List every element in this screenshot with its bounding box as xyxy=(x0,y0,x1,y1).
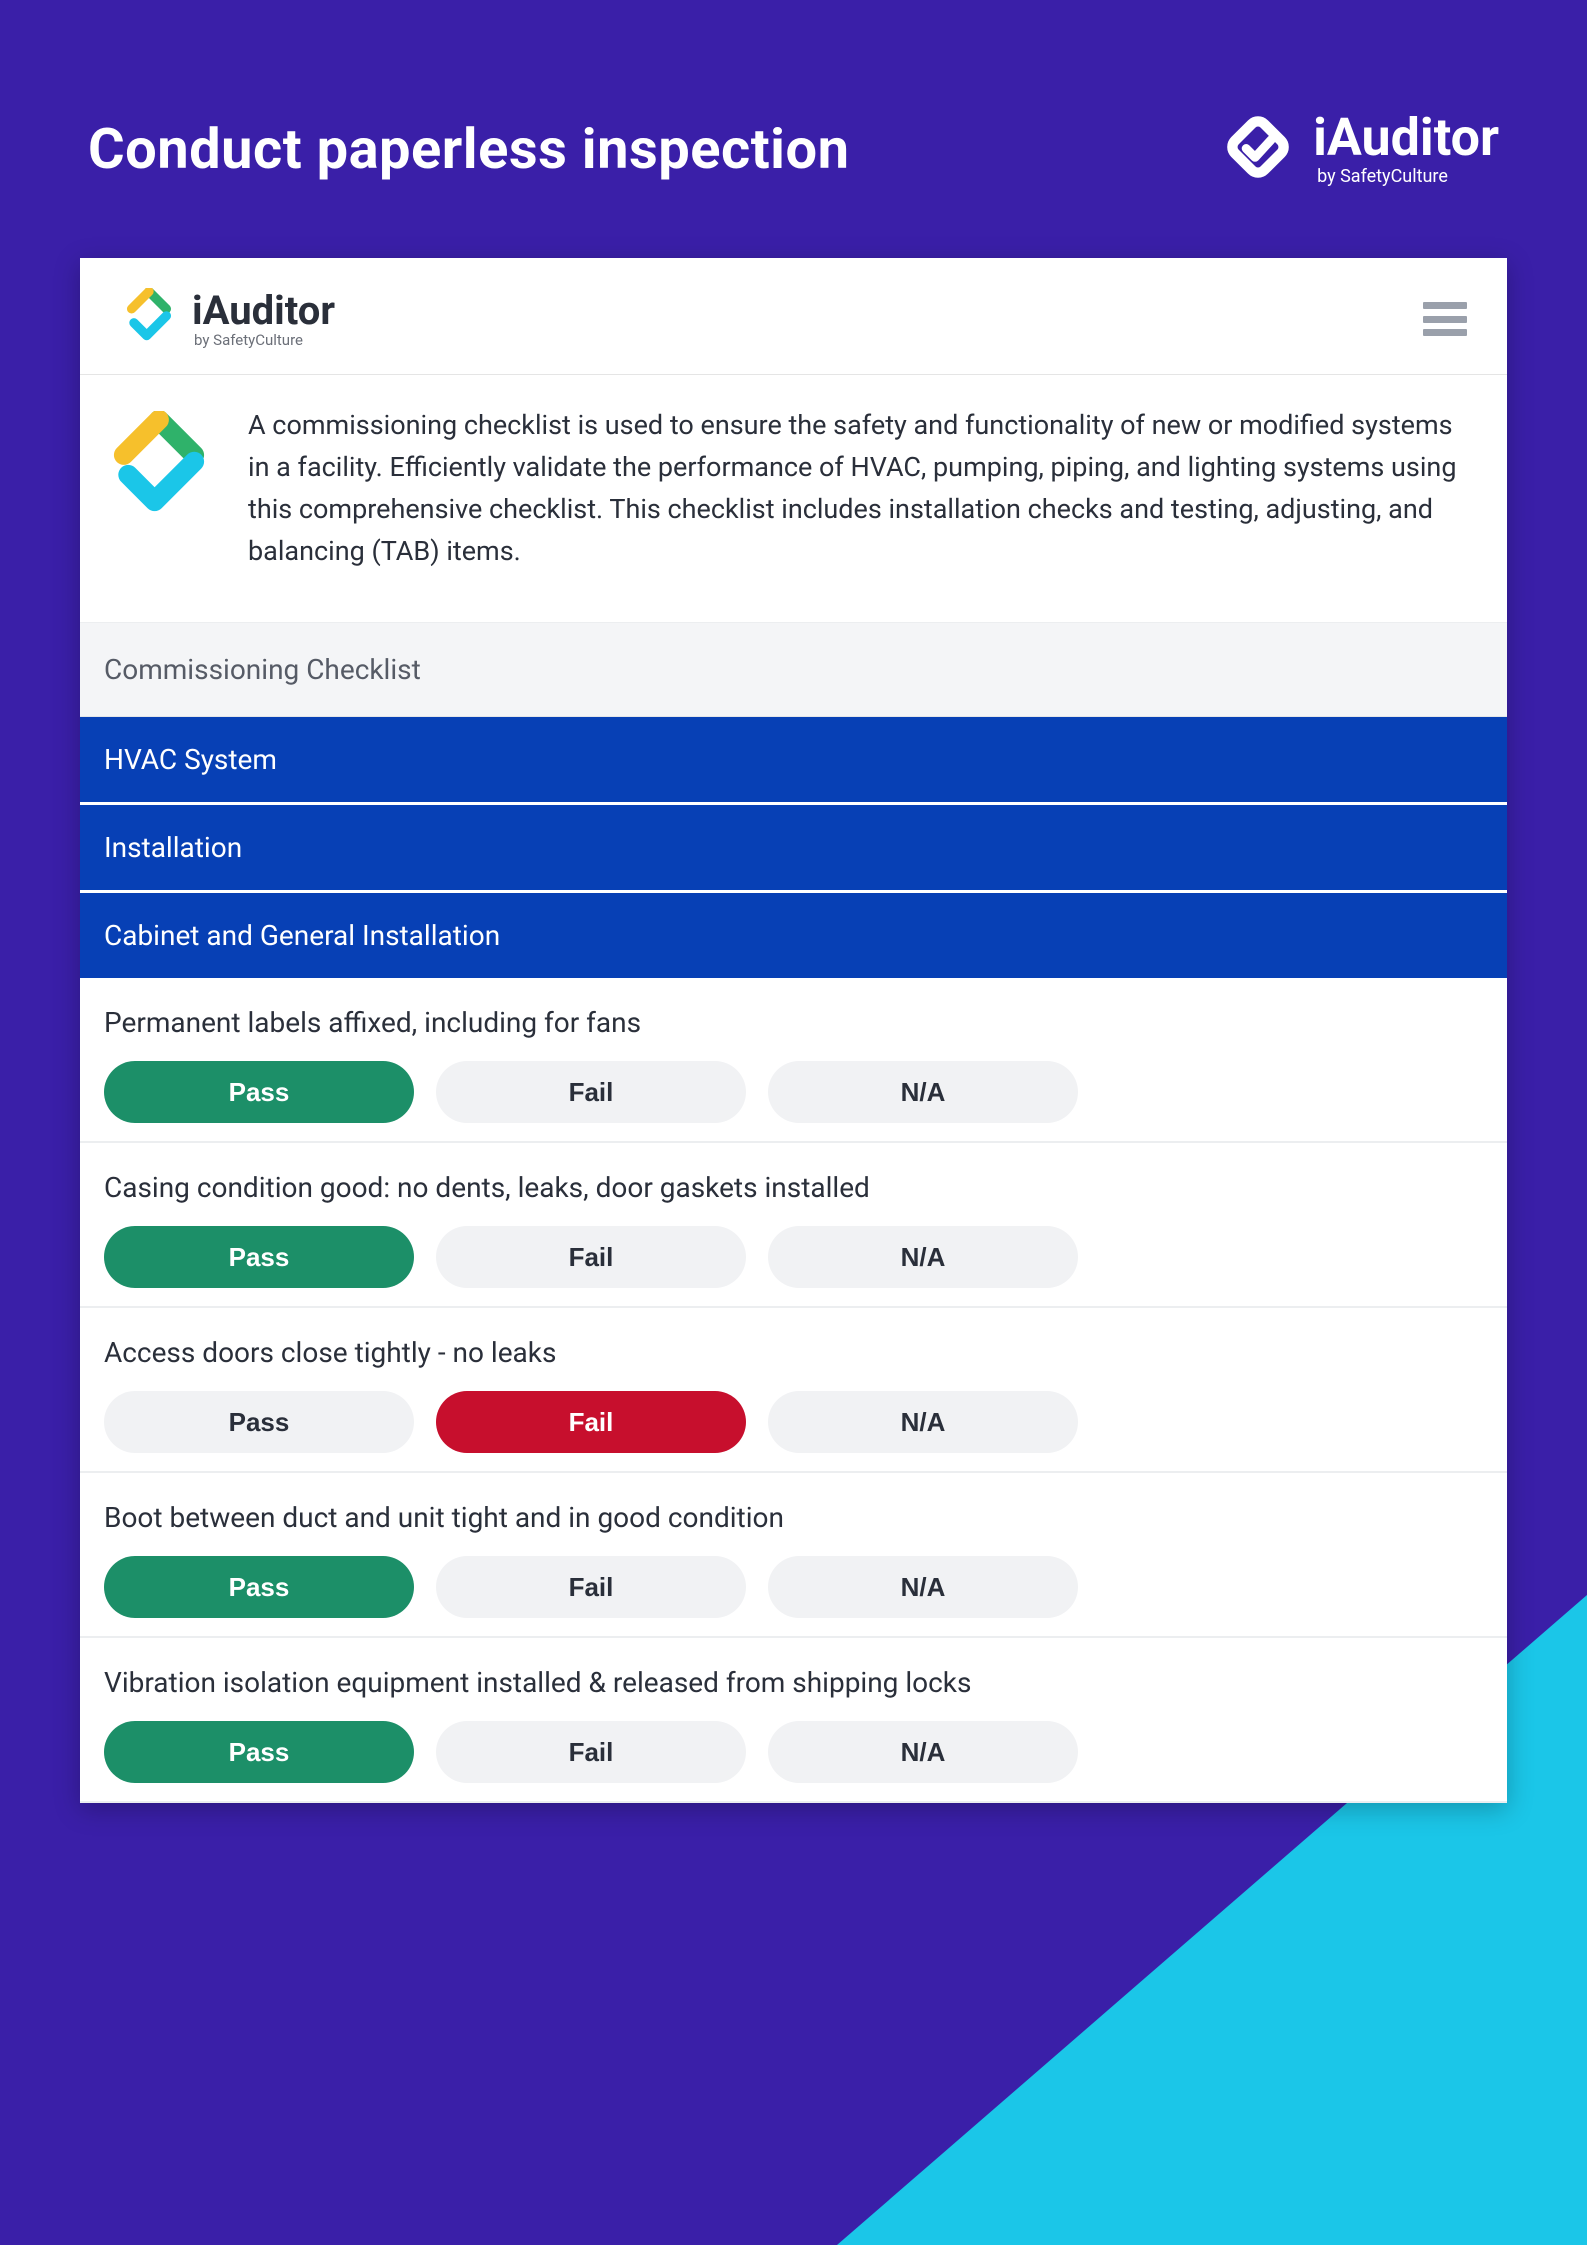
section-commissioning-checklist[interactable]: Commissioning Checklist xyxy=(80,623,1507,717)
question-text: Casing condition good: no dents, leaks, … xyxy=(104,1171,1483,1204)
option-row: Pass Fail N/A xyxy=(104,1721,1483,1783)
app-card: iAuditor by SafetyCulture A commissionin… xyxy=(80,258,1507,1803)
option-pass-button[interactable]: Pass xyxy=(104,1721,414,1783)
option-fail-button[interactable]: Fail xyxy=(436,1556,746,1618)
app-topbar: iAuditor by SafetyCulture xyxy=(80,258,1507,375)
option-na-button[interactable]: N/A xyxy=(768,1391,1078,1453)
question-list: Permanent labels affixed, including for … xyxy=(80,978,1507,1803)
option-row: Pass Fail N/A xyxy=(104,1226,1483,1288)
option-na-button[interactable]: N/A xyxy=(768,1226,1078,1288)
diamond-check-icon xyxy=(1221,110,1295,188)
brand-name: iAuditor xyxy=(1313,112,1499,164)
page: Conduct paperless inspection iAuditor by… xyxy=(0,0,1587,2245)
option-row: Pass Fail N/A xyxy=(104,1556,1483,1618)
question-block: Casing condition good: no dents, leaks, … xyxy=(80,1143,1507,1308)
option-pass-button[interactable]: Pass xyxy=(104,1391,414,1453)
promo-title: Conduct paperless inspection xyxy=(88,116,849,182)
section-hvac-system[interactable]: HVAC System xyxy=(80,717,1507,805)
option-pass-button[interactable]: Pass xyxy=(104,1226,414,1288)
option-na-button[interactable]: N/A xyxy=(768,1556,1078,1618)
option-fail-button[interactable]: Fail xyxy=(436,1061,746,1123)
app-logo-lockup[interactable]: iAuditor by SafetyCulture xyxy=(120,288,335,350)
description-row: A commissioning checklist is used to ens… xyxy=(80,375,1507,623)
description-text: A commissioning checklist is used to ens… xyxy=(248,405,1467,572)
section-cabinet-general[interactable]: Cabinet and General Installation xyxy=(80,893,1507,978)
section-installation[interactable]: Installation xyxy=(80,805,1507,893)
brand-subtitle: by SafetyCulture xyxy=(1317,168,1499,186)
option-row: Pass Fail N/A xyxy=(104,1391,1483,1453)
diamond-check-color-icon xyxy=(104,411,214,521)
question-block: Access doors close tightly - no leaks Pas… xyxy=(80,1308,1507,1473)
option-pass-button[interactable]: Pass xyxy=(104,1061,414,1123)
question-block: Permanent labels affixed, including for … xyxy=(80,978,1507,1143)
option-row: Pass Fail N/A xyxy=(104,1061,1483,1123)
question-text: Permanent labels affixed, including for … xyxy=(104,1006,1483,1039)
question-block: Vibration isolation equipment installed … xyxy=(80,1638,1507,1803)
option-na-button[interactable]: N/A xyxy=(768,1061,1078,1123)
question-text: Access doors close tightly - no leaks xyxy=(104,1336,1483,1369)
question-text: Vibration isolation equipment installed … xyxy=(104,1666,1483,1699)
question-block: Boot between duct and unit tight and in … xyxy=(80,1473,1507,1638)
app-name: iAuditor xyxy=(192,291,335,331)
option-fail-button[interactable]: Fail xyxy=(436,1226,746,1288)
option-fail-button[interactable]: Fail xyxy=(436,1721,746,1783)
diamond-check-color-icon xyxy=(120,288,178,350)
option-fail-button[interactable]: Fail xyxy=(436,1391,746,1453)
option-na-button[interactable]: N/A xyxy=(768,1721,1078,1783)
hamburger-menu-icon[interactable] xyxy=(1423,302,1467,336)
app-subtitle: by SafetyCulture xyxy=(194,333,335,348)
question-text: Boot between duct and unit tight and in … xyxy=(104,1501,1483,1534)
option-pass-button[interactable]: Pass xyxy=(104,1556,414,1618)
brand-lockup: iAuditor by SafetyCulture xyxy=(1221,110,1499,188)
promo-header: Conduct paperless inspection iAuditor by… xyxy=(80,110,1507,188)
